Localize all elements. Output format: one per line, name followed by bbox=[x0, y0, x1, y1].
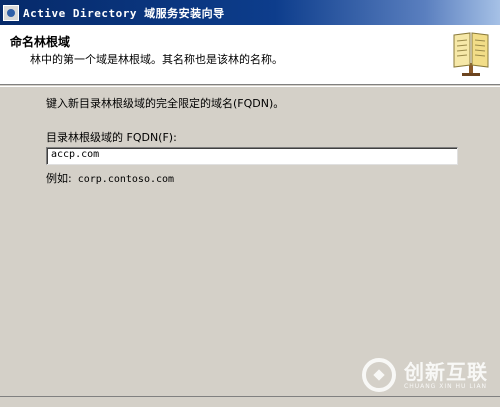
book-icon bbox=[453, 32, 489, 76]
watermark-small: CHUANG XIN HU LIAN bbox=[404, 382, 488, 390]
instruction-text: 键入新目录林根级域的完全限定的域名(FQDN)。 bbox=[46, 97, 285, 110]
window-title: Active Directory 域服务安装向导 bbox=[23, 6, 225, 20]
app-icon bbox=[3, 4, 19, 21]
wizard-header: 命名林根域 林中的第一个域是林根域。其名称也是该林的名称。 bbox=[0, 25, 500, 85]
fqdn-input[interactable]: accp.com bbox=[46, 147, 458, 165]
title-bar[interactable]: Active Directory 域服务安装向导 bbox=[0, 0, 500, 25]
watermark-logo-icon bbox=[362, 358, 396, 392]
fqdn-label: 目录林根级域的 FQDN(F): bbox=[46, 131, 177, 144]
example-label: 例如: bbox=[46, 172, 72, 185]
watermark: 创新互联 CHUANG XIN HU LIAN bbox=[362, 358, 488, 392]
footer-divider bbox=[0, 396, 500, 397]
example-value: corp.contoso.com bbox=[77, 174, 175, 185]
example-row: 例如: corp.contoso.com bbox=[46, 170, 174, 186]
page-title: 命名林根域 bbox=[10, 35, 71, 49]
watermark-main: 创新互联 bbox=[404, 359, 488, 384]
page-subtitle: 林中的第一个域是林根域。其名称也是该林的名称。 bbox=[30, 53, 283, 66]
watermark-text: 创新互联 CHUANG XIN HU LIAN bbox=[404, 361, 488, 390]
